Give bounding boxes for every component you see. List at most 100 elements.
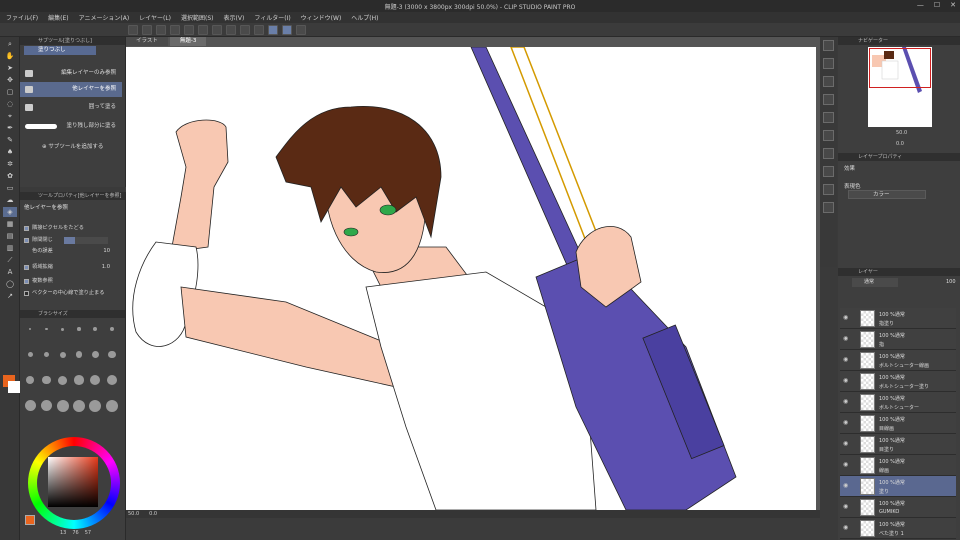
eraser-tool-icon[interactable]: ▭ [3,183,17,193]
subtool-item-edit-layer-only[interactable]: 編集レイヤーのみ参照 [20,66,122,81]
prop-close-gap[interactable]: 隙間閉じ [24,236,118,245]
menu-help[interactable]: ヘルプ(H) [351,13,378,22]
menu-selection[interactable]: 選択範囲(S) [181,13,214,22]
brush-size-item[interactable] [106,348,118,362]
menu-animation[interactable]: アニメーション(A) [79,13,130,22]
prop-multiple-reference[interactable]: 複数参照 [24,277,118,286]
brush-tool-icon[interactable]: ♠ [3,147,17,157]
layer-row[interactable]: ◉ 100 %通常 塗り [840,476,956,497]
brush-size-item[interactable] [57,373,69,387]
brush-size-item[interactable] [105,399,118,413]
wheel-main-color[interactable] [25,515,35,525]
tab-illust[interactable]: イラスト [126,37,168,46]
move-layer-tool-icon[interactable]: ✥ [3,75,17,85]
airbrush-tool-icon[interactable]: ✲ [3,159,17,169]
brush-size-item[interactable] [57,348,69,362]
menu-file[interactable]: ファイル(F) [6,13,38,22]
expression-color-select[interactable]: カラー [848,190,926,199]
menu-filter[interactable]: フィルター(I) [254,13,290,22]
info-tab-icon[interactable] [823,76,834,87]
operation-tool-icon[interactable]: ➤ [3,63,17,73]
layer-search-tab-icon[interactable] [823,202,834,213]
snap-grid-button[interactable] [282,24,292,35]
subtool-item-enclose-fill[interactable]: 囲って塗る [20,100,122,115]
subtool-item-refer-other-layers[interactable]: 他レイヤーを参照 [20,82,122,97]
visibility-eye-icon[interactable]: ◉ [843,462,849,468]
transform-button[interactable] [212,24,222,35]
menu-edit[interactable]: 編集(E) [48,13,68,22]
pen-tool-icon[interactable]: ✒ [3,123,17,133]
brush-size-item[interactable] [89,399,102,413]
selection-tool-icon[interactable]: ▢ [3,87,17,97]
brush-size-item[interactable] [89,322,101,336]
gradient-tool-icon[interactable]: ▦ [3,219,17,229]
navigator-view-frame[interactable] [869,48,931,88]
visibility-eye-icon[interactable]: ◉ [843,315,849,321]
layer-row[interactable]: ◉ 100 %通常 指塗り [840,308,956,329]
brush-size-item[interactable] [73,399,86,413]
frame-tool-icon[interactable]: ▥ [3,243,17,253]
invert-selection-button[interactable] [240,24,250,35]
zoom-readout[interactable]: 50.0 [128,510,139,518]
subtool-group-tab[interactable]: 塗りつぶし [24,46,96,55]
brush-size-item[interactable] [57,322,69,336]
navigator-zoom[interactable]: 50.0 [896,130,907,136]
material-tab-icon[interactable] [823,94,834,105]
layer-row[interactable]: ◉ 100 %通常 GUMIKO [840,497,956,518]
decoration-tool-icon[interactable]: ✿ [3,171,17,181]
add-subtool-button[interactable]: ⊕ サブツールを追加する [42,142,103,150]
prop-color-margin[interactable]: 色の誤差 10 [24,247,118,256]
layer-row[interactable]: ◉ 100 %通常指 [840,329,956,350]
clear-button[interactable] [198,24,208,35]
history-tab-icon[interactable] [823,148,834,159]
checkbox[interactable] [24,279,29,284]
brush-size-item[interactable] [89,373,101,387]
brush-size-item[interactable] [24,348,36,362]
checkbox[interactable] [24,265,29,270]
brush-size-item[interactable] [24,373,36,387]
brush-size-item[interactable] [89,348,101,362]
layer-row[interactable]: ◉ 100 %通常 目塗り [840,434,956,455]
brush-size-item[interactable] [73,348,85,362]
brush-size-item[interactable] [73,373,85,387]
brush-size-item[interactable] [40,348,52,362]
auto-action-tab-icon[interactable] [823,166,834,177]
checkbox[interactable] [24,291,29,296]
visibility-eye-icon[interactable]: ◉ [843,420,849,426]
correct-line-tool-icon[interactable]: ↗ [3,291,17,301]
new-file-button[interactable] [128,24,138,35]
brush-size-item[interactable] [73,322,85,336]
redo-button[interactable] [184,24,194,35]
prop-vector-center-stop[interactable]: ベクターの中心線で塗り止まる [24,289,118,298]
tab-untitled-3[interactable]: 無題-3 [169,37,207,46]
brush-size-item[interactable] [106,373,118,387]
eyedropper-tool-icon[interactable]: ⌖ [3,111,17,121]
gap-level-selector[interactable] [64,237,108,244]
lasso-tool-icon[interactable]: ◌ [3,99,17,109]
save-button[interactable] [156,24,166,35]
blend-mode-select[interactable]: 通常 [852,278,898,287]
snap-special-ruler-button[interactable] [268,24,278,35]
fill-tool-icon[interactable]: ◈ [3,207,17,217]
visibility-eye-icon[interactable]: ◉ [843,525,849,531]
opacity-readout[interactable]: 100 [946,279,956,285]
navigator-angle[interactable]: 0.0 [896,141,904,147]
visibility-eye-icon[interactable]: ◉ [843,441,849,447]
visibility-eye-icon[interactable]: ◉ [843,357,849,363]
brush-size-item[interactable] [40,399,53,413]
close-icon[interactable]: ✕ [950,1,956,9]
menu-window[interactable]: ウィンドウ(W) [301,13,342,22]
material-image-tab-icon[interactable] [823,112,834,123]
maximize-icon[interactable]: ☐ [934,1,940,9]
prop-follow-adjacent[interactable]: 隣接ピクセルをたどる [24,224,118,233]
saturation-value-box[interactable] [48,457,98,507]
pencil-tool-icon[interactable]: ✎ [3,135,17,145]
rotate-view-button[interactable] [296,24,306,35]
text-tool-icon[interactable]: A [3,267,17,277]
balloon-tool-icon[interactable]: ◯ [3,279,17,289]
minimize-icon[interactable]: — [917,1,924,9]
visibility-eye-icon[interactable]: ◉ [843,504,849,510]
brush-size-item[interactable] [40,373,52,387]
layer-row[interactable]: ◉ 100 %通常 ボルトシューター線画 [840,350,956,371]
brush-size-item[interactable] [106,322,118,336]
